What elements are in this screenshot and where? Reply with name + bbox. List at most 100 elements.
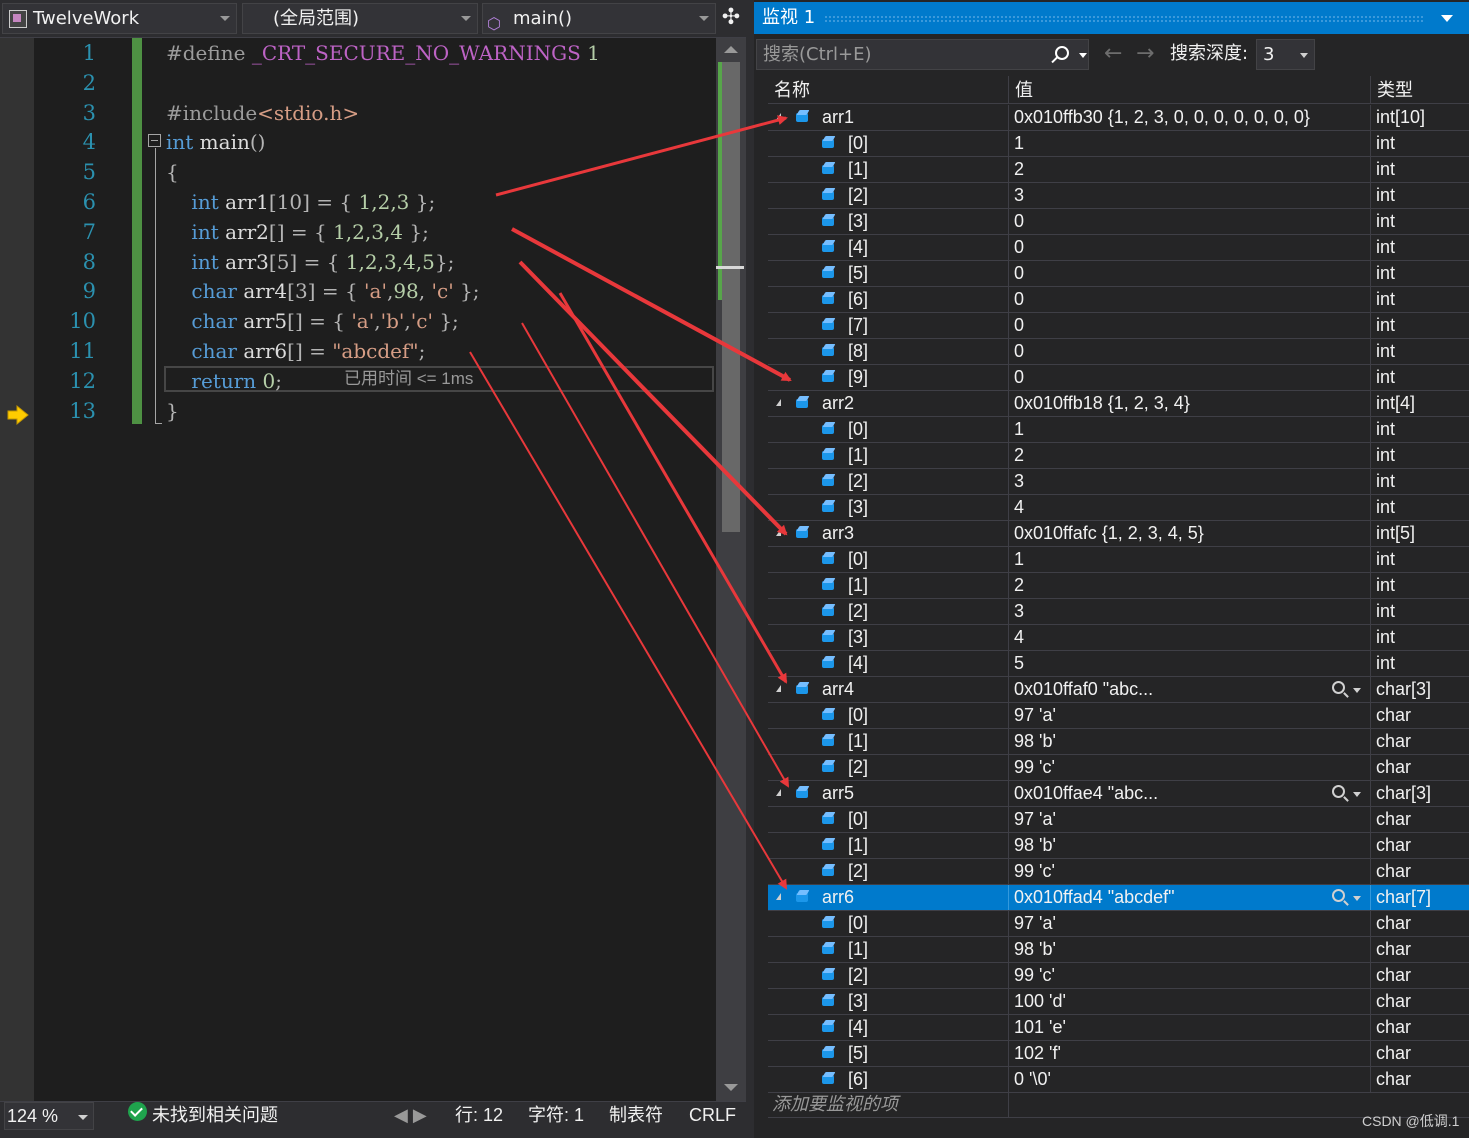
value-cell[interactable]: 0 [1008, 339, 1370, 364]
watch-child-row[interactable]: [0] 1 int [768, 131, 1469, 157]
zoom-dropdown[interactable]: 124 % [4, 1102, 94, 1130]
watch-grid[interactable]: 名称 值 类型 arr1 0x010ffb30 {1, 2, 3, 0, 0, 0… [754, 76, 1469, 1138]
watch-child-row[interactable]: [0] 1 int [768, 547, 1469, 573]
name-cell[interactable]: [3] [768, 989, 1008, 1014]
name-cell[interactable]: arr4 [768, 677, 1008, 702]
watch-child-row[interactable]: [3] 0 int [768, 209, 1469, 235]
watch-title-bar[interactable]: 监视 1 [754, 2, 1469, 34]
value-cell[interactable]: 99 'c' [1008, 963, 1370, 988]
expand-collapse-icon[interactable] [776, 529, 781, 536]
value-cell[interactable]: 0 [1008, 313, 1370, 338]
watch-row-arr5[interactable]: arr5 0x010ffae4 "abc... char[3] [768, 781, 1469, 807]
name-cell[interactable]: arr3 [768, 521, 1008, 546]
value-cell[interactable]: 3 [1008, 469, 1370, 494]
watch-child-row[interactable]: [4] 101 'e' char [768, 1015, 1469, 1041]
watch-child-row[interactable]: [5] 0 int [768, 261, 1469, 287]
watch-child-row[interactable]: [0] 1 int [768, 417, 1469, 443]
value-cell[interactable]: 3 [1008, 183, 1370, 208]
tab-indicator[interactable]: 制表符 [609, 1102, 663, 1128]
value-cell[interactable]: 0 [1008, 235, 1370, 260]
line-indicator[interactable]: 行: 12 [455, 1102, 503, 1128]
name-cell[interactable]: [1] [768, 573, 1008, 598]
value-cell[interactable]: 0x010ffb18 {1, 2, 3, 4} [1008, 391, 1370, 416]
code-line[interactable]: int arr2[] = { 1,2,3,4 }; [166, 217, 428, 247]
scroll-thumb[interactable] [722, 62, 740, 532]
code-line[interactable]: { [166, 157, 179, 187]
value-cell[interactable]: 0 [1008, 287, 1370, 312]
name-cell[interactable]: arr1 [768, 105, 1008, 130]
scroll-up-icon[interactable] [724, 46, 738, 53]
watch-child-row[interactable]: [0] 97 'a' char [768, 911, 1469, 937]
name-cell[interactable]: [0] [768, 703, 1008, 728]
name-cell[interactable]: [2] [768, 599, 1008, 624]
visualizer-magnifier-icon[interactable] [1332, 680, 1362, 700]
code-editor[interactable]: TwelveWork (全局范围) ⬡ main() ✣ 1 2 3 4 5 6 7 8 9 10… [0, 0, 746, 1138]
name-cell[interactable]: [7] [768, 313, 1008, 338]
issues-status[interactable]: 未找到相关问题 [152, 1102, 278, 1128]
expand-collapse-icon[interactable] [776, 113, 781, 120]
watch-child-row[interactable]: [1] 98 'b' char [768, 729, 1469, 755]
value-cell[interactable]: 98 'b' [1008, 729, 1370, 754]
search-next-icon[interactable]: → [1136, 41, 1154, 67]
panel-splitter[interactable] [746, 0, 754, 1138]
code-line[interactable]: #include<stdio.h> [166, 98, 359, 128]
watch-child-row[interactable]: [1] 98 'b' char [768, 833, 1469, 859]
watch-child-row[interactable]: [3] 4 int [768, 495, 1469, 521]
name-cell[interactable]: [1] [768, 937, 1008, 962]
value-cell[interactable]: 0 [1008, 209, 1370, 234]
column-header-type[interactable]: 类型 [1370, 76, 1469, 104]
name-cell[interactable]: [2] [768, 963, 1008, 988]
watch-child-row[interactable]: [1] 98 'b' char [768, 937, 1469, 963]
name-cell[interactable]: [3] [768, 209, 1008, 234]
watch-child-row[interactable]: [2] 3 int [768, 599, 1469, 625]
scroll-down-icon[interactable] [724, 1084, 738, 1091]
code-line[interactable]: #define _CRT_SECURE_NO_WARNINGS 1 [166, 38, 600, 68]
value-cell[interactable]: 100 'd' [1008, 989, 1370, 1014]
code-line[interactable]: char arr4[3] = { 'a',98, 'c' }; [166, 276, 479, 306]
watch-search-input[interactable]: 搜索(Ctrl+E) [756, 39, 1089, 70]
value-cell[interactable]: 3 [1008, 599, 1370, 624]
name-cell[interactable]: arr2 [768, 391, 1008, 416]
search-previous-icon[interactable]: ← [1104, 41, 1122, 67]
expand-collapse-icon[interactable] [776, 399, 781, 406]
name-cell[interactable]: arr5 [768, 781, 1008, 806]
collapse-toggle-icon[interactable] [148, 134, 161, 147]
watch-row-arr6[interactable]: arr6 0x010ffad4 "abcdef" char[7] [768, 885, 1469, 911]
name-cell[interactable]: [9] [768, 365, 1008, 390]
watch-child-row[interactable]: [8] 0 int [768, 339, 1469, 365]
watch-row-arr2[interactable]: arr2 0x010ffb18 {1, 2, 3, 4} int[4] [768, 391, 1469, 417]
watch-child-row[interactable]: [9] 0 int [768, 365, 1469, 391]
name-cell[interactable]: [2] [768, 859, 1008, 884]
name-cell[interactable]: [0] [768, 417, 1008, 442]
watch-row-arr4[interactable]: arr4 0x010ffaf0 "abc... char[3] [768, 677, 1469, 703]
watch-window[interactable]: 监视 1 搜索(Ctrl+E) ← → 搜索深度: 3 名称 值 类型 arr1… [754, 0, 1469, 1138]
name-cell[interactable]: [0] [768, 807, 1008, 832]
name-cell[interactable]: [8] [768, 339, 1008, 364]
search-depth-dropdown[interactable]: 3 [1256, 39, 1315, 70]
value-cell[interactable]: 1 [1008, 417, 1370, 442]
value-cell[interactable]: 102 'f' [1008, 1041, 1370, 1066]
watch-child-row[interactable]: [0] 97 'a' char [768, 807, 1469, 833]
name-cell[interactable]: [5] [768, 1041, 1008, 1066]
value-cell[interactable]: 2 [1008, 443, 1370, 468]
add-watch-placeholder[interactable]: 添加要监视的项 [768, 1092, 1008, 1117]
value-cell[interactable]: 99 'c' [1008, 755, 1370, 780]
perf-tip[interactable]: 已用时间 <= 1ms [344, 366, 473, 392]
watch-child-row[interactable]: [1] 2 int [768, 157, 1469, 183]
value-cell[interactable]: 99 'c' [1008, 859, 1370, 884]
watch-child-row[interactable]: [3] 100 'd' char [768, 989, 1469, 1015]
char-indicator[interactable]: 字符: 1 [528, 1102, 584, 1128]
scope-dropdown[interactable]: (全局范围) [242, 3, 478, 34]
code-line[interactable]: int arr3[5] = { 1,2,3,4,5}; [166, 247, 454, 277]
visualizer-magnifier-icon[interactable] [1332, 784, 1362, 804]
watch-child-row[interactable]: [2] 99 'c' char [768, 859, 1469, 885]
code-line[interactable]: int main() [166, 127, 265, 157]
value-cell[interactable]: 1 [1008, 131, 1370, 156]
watch-child-row[interactable]: [4] 0 int [768, 235, 1469, 261]
value-cell[interactable]: 2 [1008, 157, 1370, 182]
name-cell[interactable]: [6] [768, 287, 1008, 312]
search-options-icon[interactable] [1079, 53, 1087, 58]
value-cell[interactable]: 0x010ffafc {1, 2, 3, 4, 5} [1008, 521, 1370, 546]
name-cell[interactable]: [1] [768, 157, 1008, 182]
watch-child-row[interactable]: [4] 5 int [768, 651, 1469, 677]
